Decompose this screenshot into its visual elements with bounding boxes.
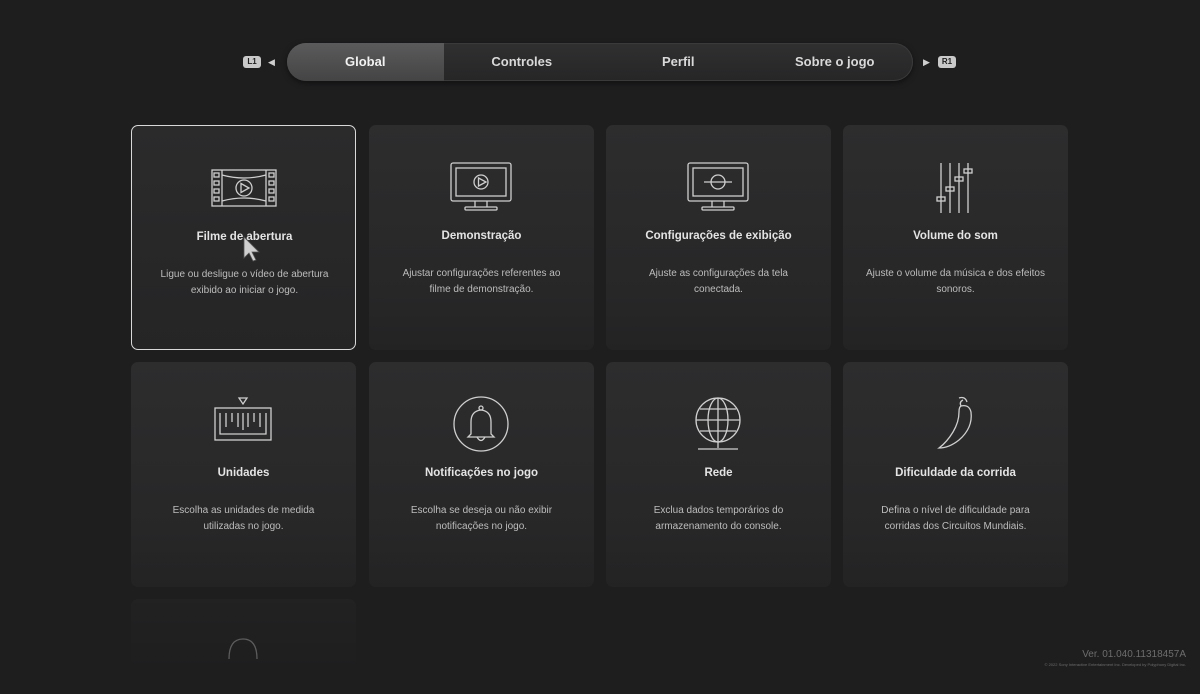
arrow-left-icon[interactable]: ◀ <box>268 56 275 68</box>
card-description: Escolha as unidades de medida utilizadas… <box>172 505 315 532</box>
arrow-right-icon[interactable]: ▶ <box>923 56 930 68</box>
film-reel-icon <box>194 158 294 218</box>
chili-pepper-icon <box>905 394 1005 454</box>
globe-network-icon <box>668 394 768 454</box>
card-partial-hidden[interactable] <box>131 599 356 679</box>
sliders-icon <box>905 157 1005 217</box>
card-unidades[interactable]: Unidades Escolha as unidades de medida u… <box>131 362 356 587</box>
footer: Ver. 01.040.11318457A © 2022 Sony Intera… <box>1045 649 1186 667</box>
card-description: Ajuste o volume da música e dos efeitos … <box>866 268 1045 295</box>
card-volume-do-som[interactable]: Volume do som Ajuste o volume da música … <box>843 125 1068 350</box>
card-title: Configurações de exibição <box>645 230 792 242</box>
l1-button-icon[interactable]: L1 <box>243 56 261 68</box>
ruler-icon <box>193 394 293 454</box>
card-title: Rede <box>704 467 733 479</box>
card-title: Unidades <box>217 467 270 479</box>
bell-icon <box>431 394 531 454</box>
card-demonstracao[interactable]: Demonstração Ajustar configurações refer… <box>369 125 594 350</box>
tab-global[interactable]: Global <box>287 43 444 81</box>
tab-perfil[interactable]: Perfil <box>600 43 757 81</box>
tab-sobre-o-jogo[interactable]: Sobre o jogo <box>757 43 914 81</box>
settings-grid: Filme de abertura Ligue ou desligue o ví… <box>131 125 1071 679</box>
card-description: Ligue ou desligue o vídeo de abertura ex… <box>160 269 329 296</box>
card-title: Filme de abertura <box>196 231 293 243</box>
r1-button-icon[interactable]: R1 <box>938 56 956 68</box>
monitor-display-icon <box>668 157 768 217</box>
card-description: Defina o nível de dificuldade para corri… <box>881 505 1030 532</box>
card-title: Dificuldade da corrida <box>895 467 1016 479</box>
card-description: Exclua dados temporários do armazenament… <box>653 505 784 532</box>
card-title: Volume do som <box>913 230 998 242</box>
card-filme-de-abertura[interactable]: Filme de abertura Ligue ou desligue o ví… <box>131 125 356 350</box>
card-configuracoes-de-exibicao[interactable]: Configurações de exibição Ajuste as conf… <box>606 125 831 350</box>
version-label: Ver. 01.040.11318457A <box>1082 649 1186 660</box>
tab-controles[interactable]: Controles <box>444 43 601 81</box>
card-description: Escolha se deseja ou não exibir notifica… <box>410 505 553 532</box>
card-description: Ajuste as configurações da tela conectad… <box>649 268 788 295</box>
tab-bar: Global Controles Perfil Sobre o jogo <box>287 43 913 81</box>
card-rede[interactable]: Rede Exclua dados temporários do armazen… <box>606 362 831 587</box>
card-title: Notificações no jogo <box>424 467 539 479</box>
headset-icon <box>193 629 293 689</box>
card-notificacoes-no-jogo[interactable]: Notificações no jogo Escolha se deseja o… <box>369 362 594 587</box>
card-description: Ajustar configurações referentes ao film… <box>402 268 561 295</box>
copyright-label: © 2022 Sony Interactive Entertainment In… <box>1044 662 1186 667</box>
top-navigation: L1 ◀ Global Controles Perfil Sobre o jog… <box>0 0 1200 110</box>
card-dificuldade-da-corrida[interactable]: Dificuldade da corrida Defina o nível de… <box>843 362 1068 587</box>
card-title: Demonstração <box>441 230 522 242</box>
monitor-play-icon <box>431 157 531 217</box>
